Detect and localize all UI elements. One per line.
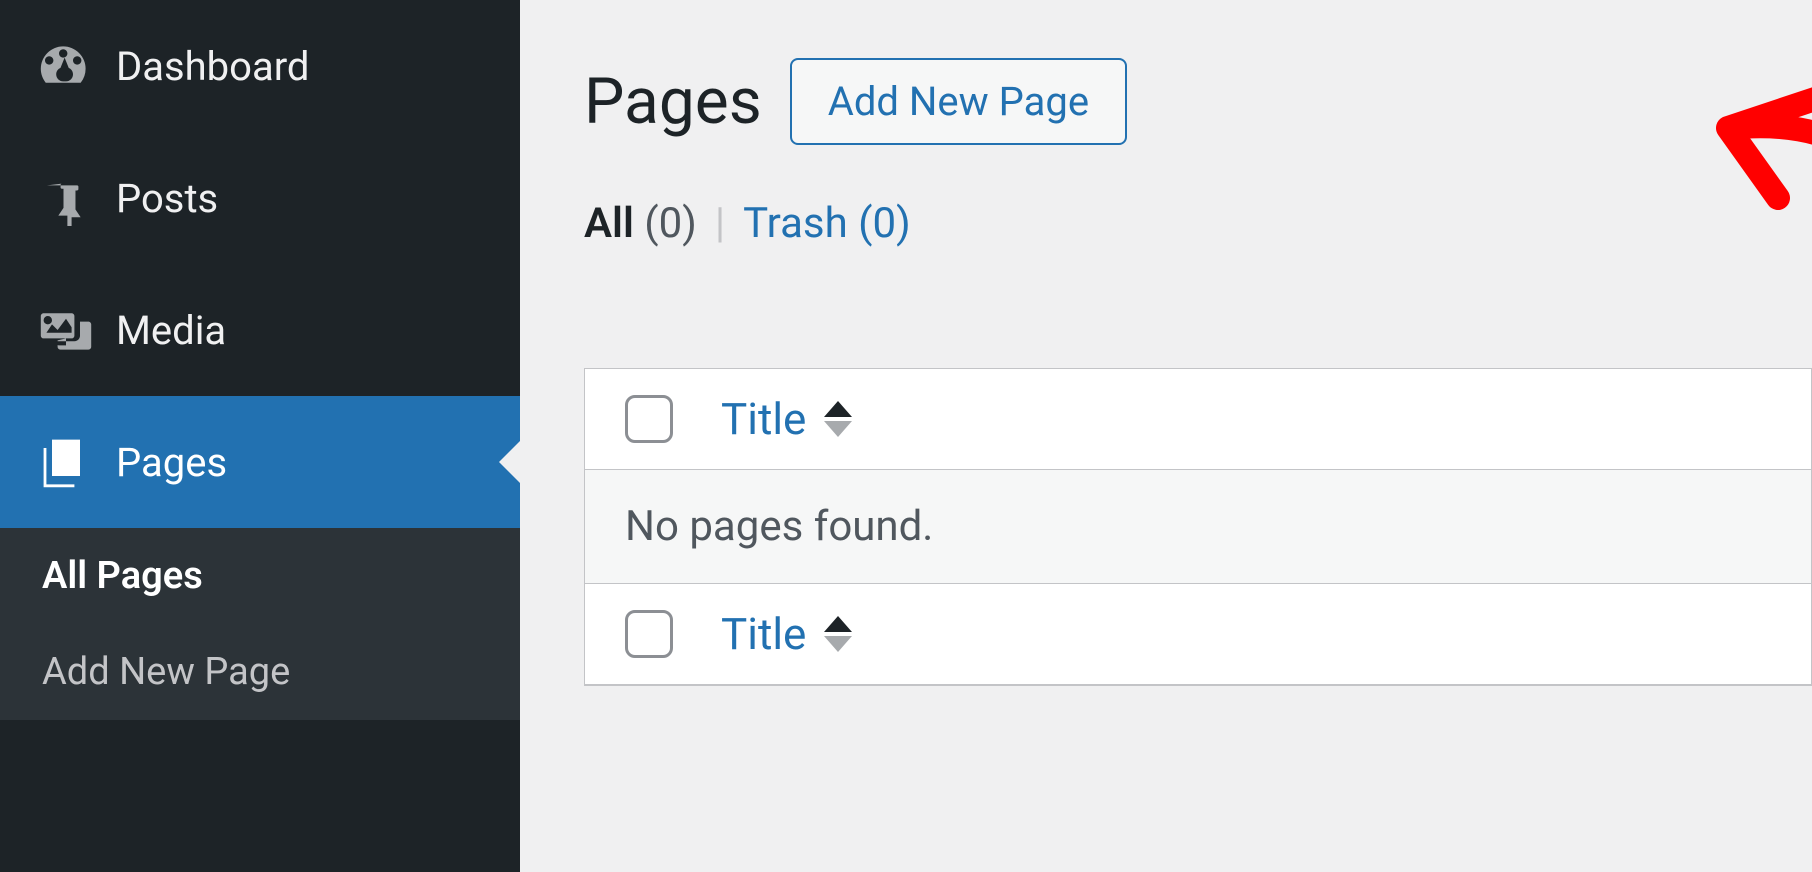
media-icon (38, 302, 94, 358)
column-title-label-footer: Title (721, 608, 806, 660)
sidebar-item-dashboard[interactable]: Dashboard (0, 0, 520, 132)
sidebar-subitem-all-pages[interactable]: All Pages (0, 528, 520, 624)
column-header-title[interactable]: Title (721, 393, 852, 445)
filter-trash-label: Trash (743, 199, 848, 248)
sidebar-label-posts: Posts (116, 175, 218, 222)
column-title-label: Title (721, 393, 806, 445)
pages-icon (38, 434, 94, 490)
filter-all-label: All (584, 199, 634, 248)
filter-all[interactable]: All (0) (584, 199, 697, 248)
admin-sidebar: Dashboard Posts Media Pages All Pages Ad… (0, 0, 520, 872)
main-content: Pages Add New Page All (0) | Trash (0) T… (520, 0, 1812, 872)
filter-trash-count: (0) (858, 199, 911, 248)
sidebar-label-dashboard: Dashboard (116, 43, 309, 90)
sidebar-label-media: Media (116, 307, 226, 354)
filter-links: All (0) | Trash (0) (584, 199, 1812, 248)
table-empty-row: No pages found. (585, 470, 1811, 584)
column-footer-title[interactable]: Title (721, 608, 852, 660)
sidebar-label-pages: Pages (116, 439, 227, 486)
select-all-checkbox-top[interactable] (625, 395, 673, 443)
empty-message: No pages found. (625, 502, 933, 551)
sidebar-item-media[interactable]: Media (0, 264, 520, 396)
table-footer-row: Title (585, 584, 1811, 685)
filter-separator: | (715, 199, 725, 248)
dashboard-icon (38, 38, 94, 94)
select-all-checkbox-bottom[interactable] (625, 610, 673, 658)
pages-table: Title No pages found. Title (584, 368, 1812, 686)
sidebar-sublabel-add-new-page: Add New Page (42, 650, 290, 694)
add-new-page-button[interactable]: Add New Page (790, 58, 1127, 145)
table-header-row: Title (585, 369, 1811, 470)
page-title: Pages (584, 64, 762, 139)
filter-trash[interactable]: Trash (0) (743, 199, 911, 248)
sidebar-sublabel-all-pages: All Pages (42, 554, 203, 598)
sort-icon (824, 401, 852, 437)
sort-icon (824, 616, 852, 652)
sidebar-item-pages[interactable]: Pages (0, 396, 520, 528)
page-header: Pages Add New Page (584, 58, 1812, 145)
pin-icon (38, 170, 94, 226)
sidebar-subitem-add-new-page[interactable]: Add New Page (0, 624, 520, 720)
sidebar-item-posts[interactable]: Posts (0, 132, 520, 264)
filter-all-count: (0) (644, 199, 697, 248)
